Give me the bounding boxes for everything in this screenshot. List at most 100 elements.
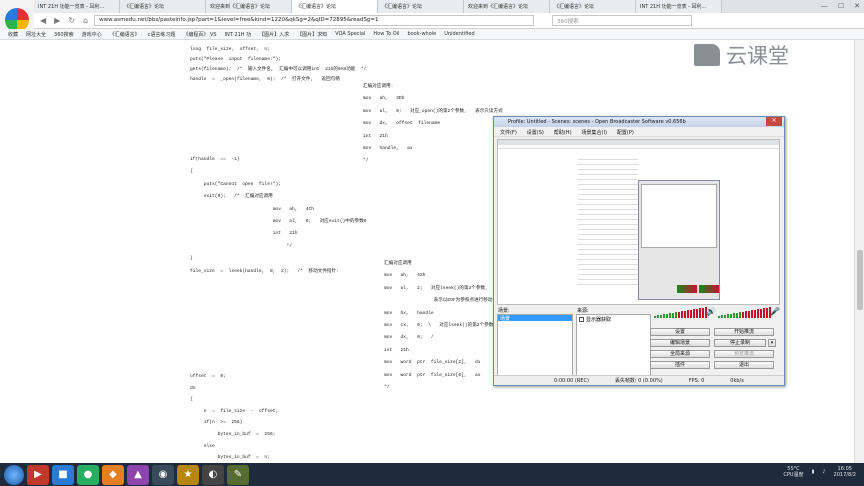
clock-date: 2017/8/2: [833, 472, 856, 478]
record-time: 0:00:00 (REC): [554, 377, 589, 384]
window-controls: — ☐ ✕: [821, 2, 860, 10]
exit-button[interactable]: 退出: [714, 361, 774, 369]
menu-item[interactable]: 场景集合(I): [582, 129, 607, 136]
bookmark-item[interactable]: c语言练习题: [148, 31, 176, 38]
app-icon[interactable]: ★: [177, 464, 199, 485]
checkbox-icon[interactable]: [579, 317, 584, 322]
sources-label: 来源:: [577, 308, 589, 314]
edit-scene-button[interactable]: 编辑场景: [650, 339, 710, 347]
source-item[interactable]: 显示器获取: [586, 317, 611, 323]
clock[interactable]: 16:05 2017/8/2: [834, 466, 856, 478]
scenes-label: 场景:: [498, 308, 510, 314]
media-player-icon[interactable]: ▶: [27, 464, 49, 485]
watermark: 云课堂: [694, 40, 789, 70]
obs-preview: [497, 139, 780, 305]
system-tray: 55°C CPU温度 ▮ ♪ 16:05 2017/8/2: [783, 466, 856, 478]
close-icon[interactable]: ✕: [854, 2, 860, 10]
app-icon[interactable]: ✎: [227, 464, 249, 485]
tab[interactable]: 欢迎来到《汇编语言》论坛: [464, 0, 550, 13]
back-icon[interactable]: ◀: [40, 16, 46, 25]
taskbar: ▶ ■ ● ◆ ▲ ◉ ★ ◐ ✎ 55°C CPU温度 ▮ ♪ 16:05 2…: [0, 463, 864, 486]
menu-item[interactable]: 文件(F): [500, 129, 517, 136]
watermark-logo-icon: [694, 44, 720, 66]
scene-list[interactable]: 场景: [497, 314, 573, 378]
code-block: if(handle == -1) { puts("Cannot open fil…: [190, 157, 367, 274]
home-icon[interactable]: ⌂: [83, 16, 88, 25]
app-icon[interactable]: ●: [77, 464, 99, 485]
volume-icon[interactable]: ♪: [822, 469, 825, 475]
scrollbar-thumb[interactable]: [857, 250, 863, 310]
code-block: offset = 0; do { n = file_size - offset;…: [190, 374, 279, 461]
maximize-icon[interactable]: ☐: [838, 2, 844, 10]
bookmark-item[interactable]: 网址大全: [26, 31, 46, 38]
forward-icon[interactable]: ▶: [54, 16, 60, 25]
code-comment-block: 汇编对应调用 mov ah, 42h mov al, 2; 对应lseek()的…: [384, 261, 494, 391]
fps-readout: FPS: 0: [688, 377, 705, 384]
bookmark-item[interactable]: book-whole: [407, 31, 436, 37]
address-bar[interactable]: www.asmedu.net/bbs/pasteinfo.jsp?part=1&…: [94, 15, 535, 26]
record-menu-chevron-icon[interactable]: ▾: [768, 339, 776, 347]
menu-item[interactable]: 帮助(H): [554, 129, 572, 136]
stop-record-button[interactable]: 停止录制: [714, 339, 766, 347]
browser-360-icon[interactable]: ◉: [152, 464, 174, 485]
menu-item[interactable]: 配置(P): [617, 129, 634, 136]
bookmarks-bar: 收藏 网址大全 360搜索 游戏中心 《汇编语言》 c语言练习题 《编程百》 V…: [0, 29, 864, 40]
bookmark-item[interactable]: 《编程百》 VS: [183, 31, 216, 38]
bookmark-item[interactable]: 【图片】入求: [259, 31, 289, 38]
tab[interactable]: 《汇编语言》论坛: [378, 0, 464, 13]
bookmark-item[interactable]: 【图片】求知: [297, 31, 327, 38]
bookmark-item[interactable]: INT 21H 功: [225, 31, 252, 38]
start-stream-button[interactable]: 开始推流: [714, 328, 774, 336]
obs-title: Profile: Untitled - Scenes: scenes - Ope…: [508, 119, 686, 125]
start-button[interactable]: [4, 464, 24, 485]
mic-volume-meter: [718, 307, 771, 318]
watermark-text: 云课堂: [726, 44, 789, 68]
obs-icon[interactable]: ◐: [202, 464, 224, 485]
cpu-temp-label: CPU温度: [783, 472, 804, 478]
tab[interactable]: 《汇编语言》论坛: [120, 0, 206, 13]
obs-status-bar: 0:00:00 (REC) 丢失帧数: 0 (0.00%) FPS: 0 0kb…: [494, 375, 784, 385]
tab-bar: INT 21H 功能一览表 - 耳利... 《汇编语言》论坛 欢迎来到《汇编语言…: [34, 0, 864, 13]
preview-stream-button[interactable]: 预览推流: [714, 350, 774, 358]
bookmark-item[interactable]: Unidentified: [444, 31, 474, 37]
microphone-icon[interactable]: 🎤: [770, 307, 780, 316]
search-input[interactable]: 360搜索: [552, 15, 693, 26]
tab[interactable]: INT 21H 功能一览表 - 耳利...: [34, 0, 120, 13]
plugins-button[interactable]: 插件: [650, 361, 710, 369]
bookmark-item[interactable]: 收藏: [8, 31, 18, 38]
desktop-volume-meter: [654, 307, 707, 318]
scene-item[interactable]: 场景: [498, 315, 572, 322]
tab[interactable]: 欢迎来到《汇编语言》论坛: [206, 0, 292, 13]
cpu-temp: 55°C CPU温度: [783, 466, 803, 478]
minimize-icon[interactable]: —: [821, 2, 828, 10]
speaker-icon[interactable]: 🔊: [706, 307, 716, 316]
tab[interactable]: INT 21H 功能一览表 - 耳利...: [636, 0, 722, 13]
folder-icon[interactable]: ■: [52, 464, 74, 485]
bookmark-item[interactable]: VOA Special: [335, 31, 365, 37]
source-list[interactable]: 显示器获取: [576, 314, 651, 378]
app-icon[interactable]: ▲: [127, 464, 149, 485]
browser-window: INT 21H 功能一览表 - 耳利... 《汇编语言》论坛 欢迎来到《汇编语言…: [0, 0, 864, 463]
bitrate-readout: 0kb/s: [730, 377, 744, 384]
bookmark-item[interactable]: 游戏中心: [82, 31, 102, 38]
global-sources-button[interactable]: 全局来源: [650, 350, 710, 358]
code-block: long file_size, offset, n; puts("Please …: [190, 47, 367, 82]
obs-menu-bar: 文件(F) 设置(S) 帮助(H) 场景集合(I) 配置(P): [494, 127, 784, 137]
dropped-frames: 丢失帧数: 0 (0.00%): [614, 378, 663, 384]
network-icon[interactable]: ▮: [812, 469, 815, 475]
close-icon[interactable]: ✕: [766, 117, 782, 126]
bookmark-item[interactable]: 《汇编语言》: [110, 31, 140, 38]
menu-item[interactable]: 设置(S): [527, 129, 544, 136]
settings-button[interactable]: 设置: [650, 328, 710, 336]
preview-obs-thumbnail: [638, 180, 720, 300]
bookmark-item[interactable]: How To Oil: [373, 31, 399, 37]
bookmark-item[interactable]: 360搜索: [54, 31, 74, 38]
reload-icon[interactable]: ↻: [68, 16, 75, 25]
tab[interactable]: 《汇编语言》论坛: [550, 0, 636, 13]
tab-active[interactable]: 《汇编语言》论坛: [292, 0, 378, 13]
obs-title-bar[interactable]: Profile: Untitled - Scenes: scenes - Ope…: [494, 117, 784, 127]
obs-window: Profile: Untitled - Scenes: scenes - Ope…: [493, 116, 785, 386]
page-scrollbar[interactable]: [854, 40, 864, 463]
code-comment-block: 汇编对应调用: mov ah, 3Dh mov al, 0; 对应_open()…: [363, 84, 503, 164]
app-icon[interactable]: ◆: [102, 464, 124, 485]
